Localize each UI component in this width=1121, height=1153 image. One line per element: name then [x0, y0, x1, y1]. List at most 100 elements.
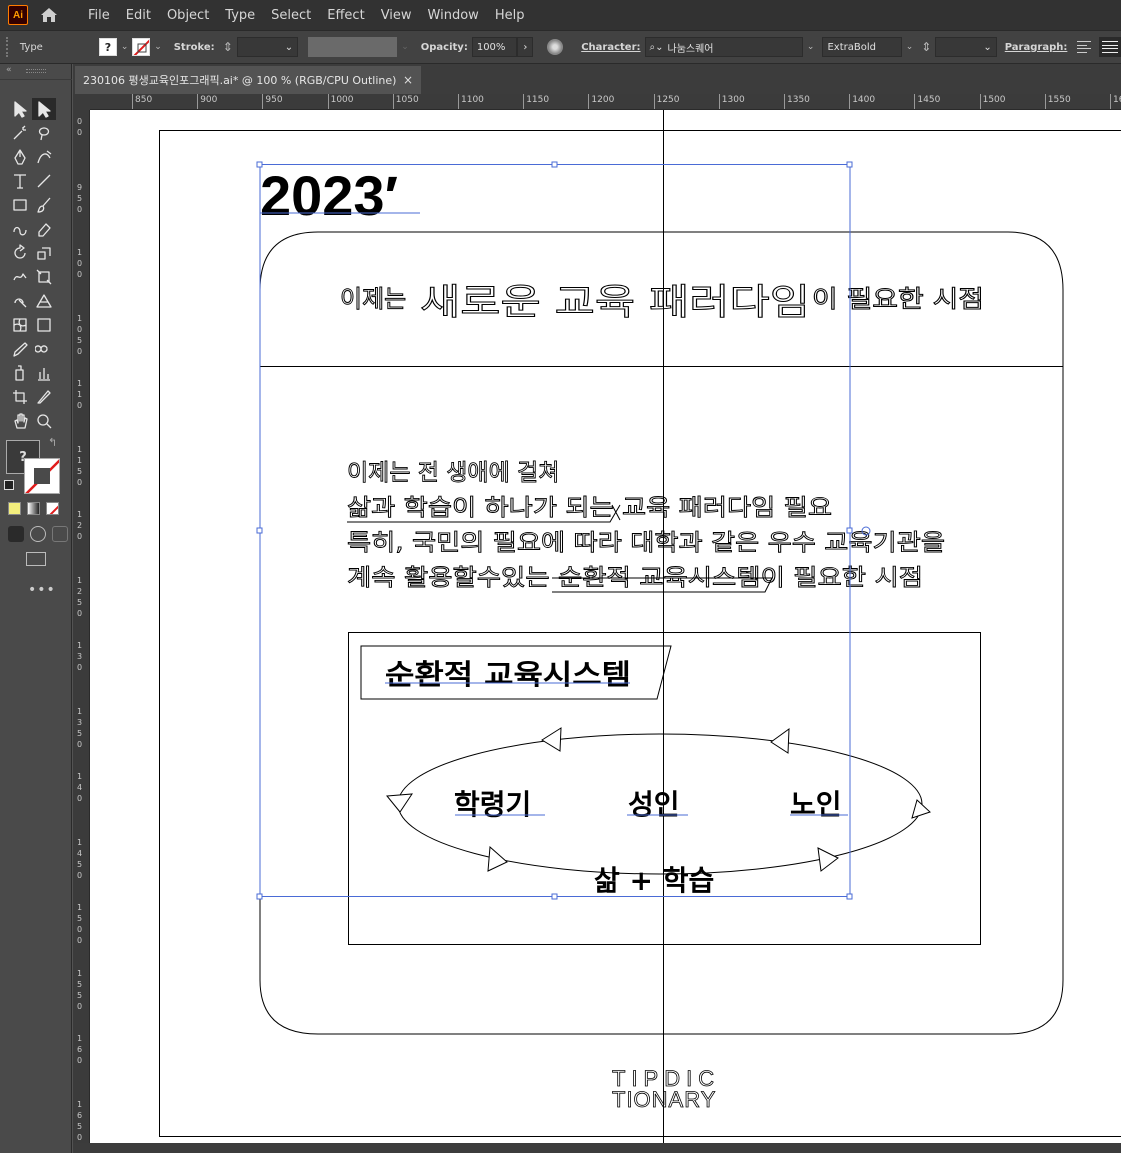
default-colors-icon[interactable] — [4, 480, 14, 490]
life-learning-label[interactable]: 삶 + 학습 — [594, 864, 714, 897]
body-text[interactable]: 이제는 전 생애에 걸쳐 삶과 학습이 하나가 되는 교육 패러다임 필요 특히… — [347, 460, 946, 592]
menu-help[interactable]: Help — [487, 8, 533, 23]
mesh-tool[interactable] — [8, 314, 32, 336]
column-graph-tool[interactable] — [32, 362, 56, 384]
arrow-icon[interactable] — [911, 799, 931, 819]
close-icon[interactable]: × — [403, 73, 413, 87]
selection-handle[interactable] — [256, 527, 263, 534]
gradient-tool[interactable] — [32, 314, 56, 336]
selection-handle[interactable] — [846, 161, 853, 168]
arrow-icon[interactable] — [817, 847, 839, 872]
year-label[interactable]: 2023′ — [260, 164, 398, 227]
slice-tool[interactable] — [32, 386, 56, 408]
font-size-field[interactable]: ⌄ — [935, 37, 997, 57]
pen-tool[interactable] — [8, 146, 32, 168]
eraser-tool[interactable] — [32, 218, 56, 240]
artboard-tool[interactable] — [8, 386, 32, 408]
document-tab[interactable]: 230106 평생교육인포그래픽.ai* @ 100 % (RGB/CPU Ou… — [75, 66, 421, 94]
chevron-down-icon[interactable]: ⌄ — [906, 42, 914, 52]
artboard-canvas[interactable]: 2023′ 이제는 새로운 교육 패러다임 이 필요한 시점 이제는 전 생애에… — [90, 110, 1121, 1143]
draw-behind-icon[interactable] — [30, 526, 46, 542]
screen-mode-icon[interactable] — [26, 552, 46, 566]
selection-handle[interactable] — [551, 161, 558, 168]
variable-width-profile[interactable] — [308, 37, 398, 57]
stage-senior[interactable]: 노인 — [790, 788, 842, 821]
recolor-icon[interactable] — [547, 39, 564, 55]
collapse-icon[interactable]: « — [6, 65, 12, 75]
symbol-sprayer-tool[interactable] — [8, 362, 32, 384]
magic-wand-tool[interactable] — [8, 122, 32, 144]
menu-file[interactable]: File — [80, 8, 118, 23]
horizontal-ruler[interactable]: 850 900 950 1000 1050 1100 1150 1200 1250 1300 135… — [90, 94, 1121, 110]
stroke-weight-field[interactable]: ⌄ — [236, 37, 299, 57]
align-center-icon[interactable] — [1099, 37, 1121, 57]
warp-tool[interactable] — [8, 266, 32, 288]
curvature-tool[interactable] — [32, 146, 56, 168]
arrow-icon[interactable] — [487, 845, 508, 872]
arrow-icon[interactable] — [386, 793, 413, 813]
type-tool[interactable] — [8, 170, 32, 192]
stroke-swatch[interactable] — [132, 38, 151, 56]
menu-select[interactable]: Select — [263, 8, 319, 23]
paragraph-label[interactable]: Paragraph: — [1005, 42, 1068, 53]
rotate-tool[interactable] — [8, 242, 32, 264]
eyedropper-tool[interactable] — [8, 338, 32, 360]
blend-tool[interactable] — [32, 338, 56, 360]
align-left-icon[interactable] — [1077, 39, 1095, 55]
selection-handle[interactable] — [256, 161, 263, 168]
more-tools-icon[interactable]: ••• — [28, 582, 56, 598]
menu-type[interactable]: Type — [217, 8, 263, 23]
shaper-tool[interactable] — [8, 218, 32, 240]
ruler-origin[interactable] — [73, 94, 90, 110]
fill-swatch[interactable]: ? — [98, 38, 117, 56]
arrow-icon[interactable] — [541, 727, 562, 752]
vertical-ruler[interactable]: 0 0 9 5 0 1 0 0 1 0 5 0 1 1 0 1 1 5 0 1 2 0 1 2… — [73, 110, 90, 1143]
opacity-field[interactable]: 100% — [471, 37, 518, 57]
stepper-icon[interactable]: ⇕ — [921, 40, 931, 54]
system-title[interactable]: 순환적 교육시스템 — [385, 658, 631, 691]
lasso-tool[interactable] — [32, 122, 56, 144]
menu-view[interactable]: View — [373, 8, 420, 23]
direct-selection-tool[interactable] — [32, 98, 56, 120]
fill-stroke-widget[interactable]: ? ↰ — [4, 436, 62, 496]
menu-window[interactable]: Window — [420, 8, 487, 23]
selection-handle[interactable] — [846, 527, 853, 534]
stage-adult[interactable]: 성인 — [628, 788, 680, 821]
shape-builder-tool[interactable] — [8, 290, 32, 312]
line-tool[interactable] — [32, 170, 56, 192]
chevron-down-icon[interactable]: ⌄ — [807, 42, 815, 52]
menu-object[interactable]: Object — [159, 8, 217, 23]
opacity-arrow[interactable]: › — [517, 37, 534, 57]
selection-handle[interactable] — [551, 893, 558, 900]
selection-handle[interactable] — [256, 893, 263, 900]
rectangle-tool[interactable] — [8, 194, 32, 216]
selection-handle[interactable] — [846, 893, 853, 900]
paintbrush-tool[interactable] — [32, 194, 56, 216]
scale-tool[interactable] — [32, 242, 56, 264]
chevron-down-icon[interactable]: ⌄ — [154, 42, 162, 52]
headline[interactable]: 이제는 새로운 교육 패러다임 이 필요한 시점 — [340, 282, 985, 324]
stroke-box[interactable] — [24, 458, 60, 494]
font-style-field[interactable]: ExtraBold — [822, 37, 902, 57]
stage-school-age[interactable]: 학령기 — [454, 788, 531, 821]
home-icon[interactable] — [38, 4, 60, 26]
chevron-down-icon[interactable]: ⌄ — [121, 42, 129, 52]
draw-inside-icon[interactable] — [52, 526, 68, 542]
free-transform-tool[interactable] — [32, 266, 56, 288]
character-label[interactable]: Character: — [581, 42, 640, 53]
menu-edit[interactable]: Edit — [118, 8, 159, 23]
perspective-grid-tool[interactable] — [32, 290, 56, 312]
chevron-down-icon[interactable]: ⌄ — [401, 42, 409, 52]
menu-effect[interactable]: Effect — [319, 8, 372, 23]
arrow-icon[interactable] — [770, 727, 790, 754]
selection-tool[interactable] — [8, 98, 32, 120]
zoom-tool[interactable] — [32, 410, 56, 432]
none-icon[interactable] — [46, 502, 59, 515]
font-family-field[interactable]: ⌕⌄ 나눔스퀘어 — [644, 37, 803, 57]
gradient-icon[interactable] — [27, 502, 40, 515]
draw-normal-icon[interactable] — [8, 526, 24, 542]
color-icon[interactable] — [8, 502, 21, 515]
swap-icon[interactable]: ↰ — [48, 436, 57, 449]
hand-tool[interactable] — [8, 410, 32, 432]
stepper-icon[interactable]: ⇕ — [223, 40, 233, 54]
